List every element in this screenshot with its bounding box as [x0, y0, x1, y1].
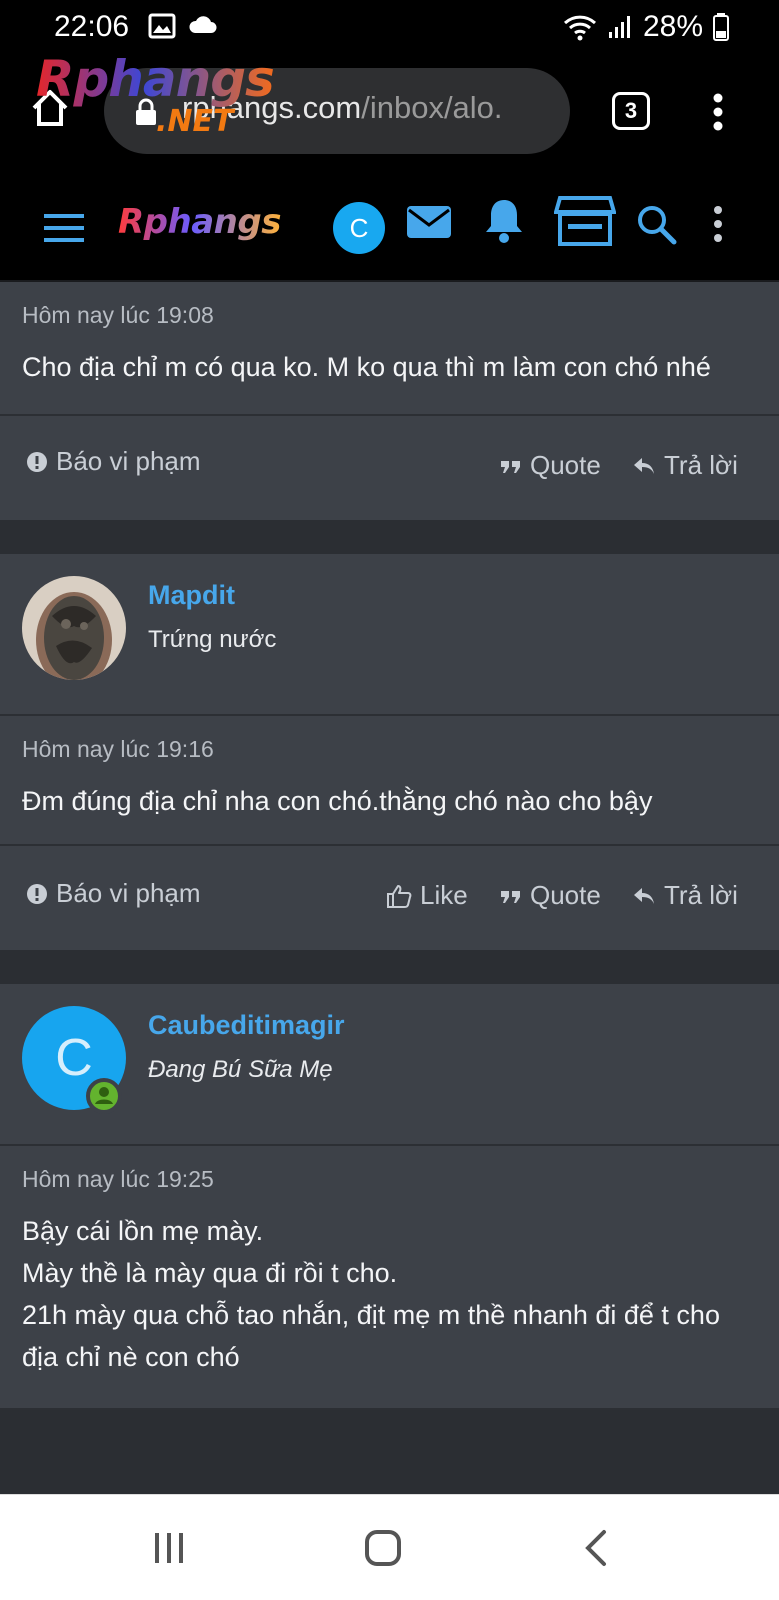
reply-label: Trả lời: [664, 450, 738, 480]
message-timestamp: Hôm nay lúc 19:25: [22, 1166, 214, 1192]
quote-button[interactable]: Quote: [500, 450, 601, 481]
message-body: Bậy cái lồn mẹ mày. Mày thề là mày qua đ…: [22, 1216, 720, 1372]
url-text: rphangs.com/inbox/alo.: [182, 90, 554, 126]
system-navigation-bar: [0, 1494, 779, 1600]
warning-icon: [27, 451, 47, 472]
spacer: [0, 520, 779, 554]
divider: [0, 1408, 779, 1410]
inbox-envelope-icon[interactable]: [406, 204, 452, 240]
cloud-icon: [189, 16, 217, 33]
quote-button[interactable]: Quote: [500, 880, 601, 911]
message-author: C Caubeditimagir Đang Bú Sữa Mẹ: [0, 984, 779, 1144]
message-card: Hôm nay lúc 19:08 Cho địa chỉ m có qua k…: [0, 282, 779, 520]
warning-icon: [27, 883, 47, 904]
status-notification-icons: [148, 13, 218, 39]
notification-bell-icon[interactable]: [484, 196, 524, 244]
report-button[interactable]: Báo vi phạm: [26, 446, 201, 477]
quote-label: Quote: [530, 880, 601, 910]
author-name[interactable]: Mapdit: [148, 580, 235, 611]
battery-percent: 28%: [642, 10, 703, 43]
image-icon: [148, 13, 176, 39]
author-title: Đang Bú Sữa Mẹ: [148, 1056, 333, 1083]
message-actions: Báo vi phạm Like Quote Trả lời: [0, 846, 779, 950]
tattoo-avatar-image: [22, 576, 126, 680]
reply-button[interactable]: Trả lời: [632, 450, 738, 481]
user-online-icon: [95, 1087, 113, 1104]
home-icon[interactable]: [28, 86, 72, 130]
quote-icon: [501, 890, 520, 903]
like-label: Like: [420, 880, 468, 910]
message-card: Mapdit Trứng nước Hôm nay lúc 19:16 Đm đ…: [0, 554, 779, 950]
site-logo[interactable]: Rphangs: [118, 202, 281, 242]
overlay-site-logo-suffix: .NET: [156, 104, 234, 139]
message-card: C Caubeditimagir Đang Bú Sữa Mẹ Hôm nay …: [0, 984, 779, 1410]
lock-icon: [136, 98, 156, 125]
status-time: 22:06: [54, 10, 130, 43]
search-icon[interactable]: [636, 204, 678, 246]
quote-icon: [501, 460, 520, 473]
avatar[interactable]: [22, 576, 126, 680]
message-actions: Báo vi phạm Quote Trả lời: [0, 416, 779, 520]
user-avatar[interactable]: C: [333, 202, 385, 254]
more-menu-icon[interactable]: [712, 204, 724, 244]
report-label: Báo vi phạm: [56, 878, 201, 908]
status-right: 28%: [563, 10, 729, 44]
author-name[interactable]: Caubeditimagir: [148, 1010, 345, 1041]
message-body: Đm đúng địa chỉ nha con chó.thằng chó nà…: [22, 786, 653, 816]
store-icon[interactable]: [554, 194, 616, 248]
message-timestamp: Hôm nay lúc 19:08: [22, 302, 214, 328]
conversation-thread: Hôm nay lúc 19:08 Cho địa chỉ m có qua k…: [0, 282, 779, 1410]
status-bar: 22:06 28%: [0, 0, 779, 56]
author-title: Trứng nước: [148, 626, 277, 653]
reply-button[interactable]: Trả lời: [632, 880, 738, 911]
online-status-icon: [86, 1078, 122, 1114]
battery-icon: [713, 13, 729, 41]
message-timestamp: Hôm nay lúc 19:16: [22, 736, 214, 762]
browser-toolbar: rphangs.com/inbox/alo. Rphangs .NET 3: [0, 54, 779, 176]
site-navbar: Rphangs C: [0, 176, 779, 282]
wifi-icon: [563, 15, 596, 41]
back-icon[interactable]: [584, 1529, 608, 1567]
spacer: [0, 950, 779, 984]
message-body: Cho địa chỉ m có qua ko. M ko qua thì m …: [22, 352, 711, 382]
thumbs-up-icon: [387, 884, 412, 908]
reply-icon: [634, 887, 654, 904]
message-author: Mapdit Trứng nước: [0, 554, 779, 714]
url-path: /inbox/alo.: [361, 90, 503, 125]
report-label: Báo vi phạm: [56, 446, 201, 476]
browser-menu-icon[interactable]: [712, 92, 724, 132]
reply-icon: [634, 457, 654, 474]
recent-apps-icon[interactable]: [152, 1531, 186, 1565]
like-button[interactable]: Like: [386, 880, 468, 911]
reply-label: Trả lời: [664, 880, 738, 910]
home-button-icon[interactable]: [364, 1529, 402, 1567]
quote-label: Quote: [530, 450, 601, 480]
hamburger-menu-icon[interactable]: [44, 212, 86, 244]
tab-switcher-button[interactable]: 3: [612, 92, 650, 130]
report-button[interactable]: Báo vi phạm: [26, 878, 201, 909]
signal-icon: [608, 16, 630, 38]
